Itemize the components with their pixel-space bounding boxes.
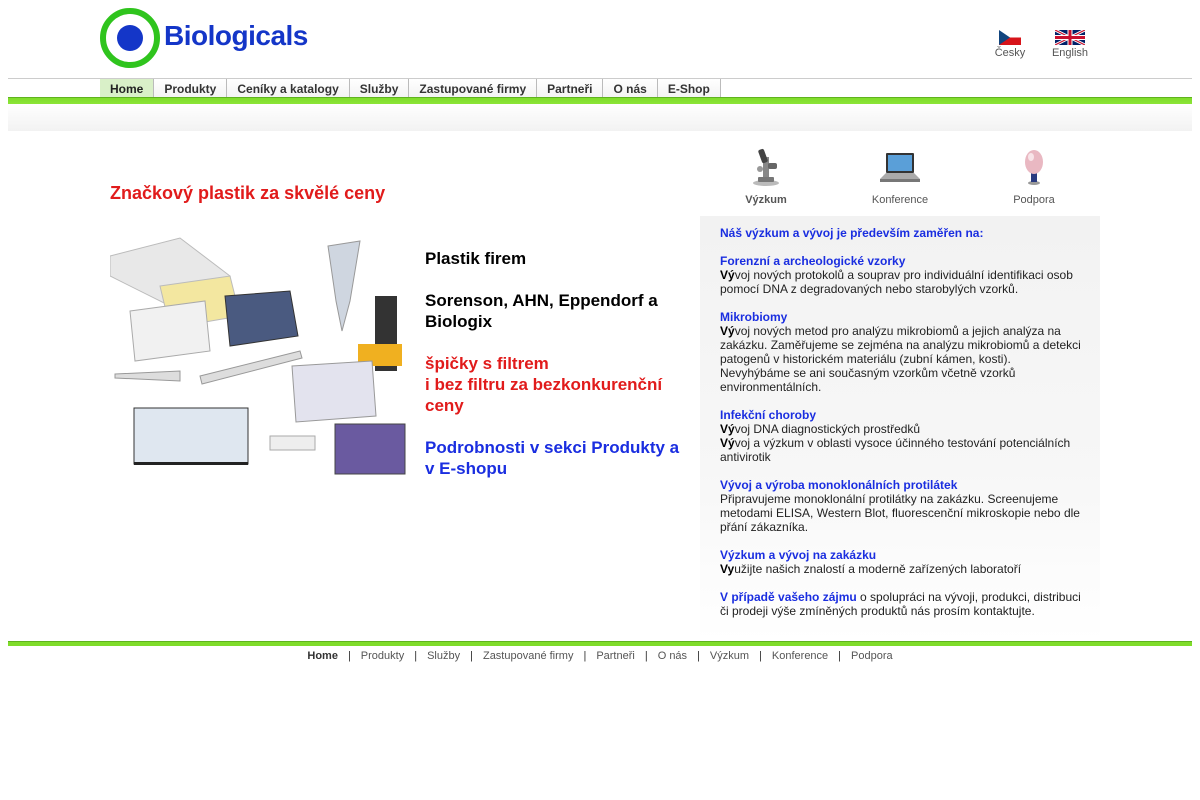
contact-note: V případě vašeho zájmu o spolupráci na v…: [720, 590, 1082, 618]
section-title-link[interactable]: Mikrobiomy: [720, 310, 1082, 324]
footer-divider: [8, 641, 1192, 646]
promo-offer: špičky s filtrem i bez filtru za bezkonk…: [425, 353, 690, 416]
section-text: užijte našich znalostí a moderně zařízen…: [734, 562, 1022, 576]
top-link-label: Výzkum: [745, 194, 787, 206]
section-text: voj a výzkum v oblasti vysoce účinného t…: [720, 436, 1071, 464]
section-title-link[interactable]: Infekční choroby: [720, 408, 1082, 422]
section-text: Připravujeme monoklonální protilátky na …: [720, 492, 1080, 534]
footer-separator: |: [759, 650, 762, 662]
footer-separator: |: [697, 650, 700, 662]
language-label: Česky: [994, 47, 1026, 59]
footer-link-home[interactable]: Home: [307, 650, 338, 662]
research-section: Forenzní a archeologické vzorky Vývoj no…: [720, 254, 1082, 296]
cz-flag-icon: [999, 30, 1021, 45]
footer-separator: |: [838, 650, 842, 662]
footer-navigation: Home | Produkty | Služby | Zastupované firmy | P…: [0, 650, 1200, 662]
uk-flag-icon: [1055, 30, 1085, 45]
promo-details-link[interactable]: Podrobnosti v sekci Produkty a v E-shopu: [425, 437, 690, 479]
footer-link-partneri[interactable]: Partneři: [596, 650, 635, 662]
footer-separator: |: [470, 650, 473, 662]
nav-item-partneri[interactable]: Partneři: [537, 79, 604, 99]
research-panel-content: Náš výzkum a vývoj je především zaměřen …: [720, 226, 1082, 632]
nav-item-o-nas[interactable]: O nás: [603, 79, 658, 99]
footer-link-o-nas[interactable]: O nás: [658, 650, 687, 662]
logo-ring-icon: [100, 8, 160, 68]
section-text: voj nových protokolů a souprav pro indiv…: [720, 268, 1073, 296]
promo-offer-line: špičky s filtrem: [425, 354, 549, 373]
top-link-label: Konference: [871, 194, 929, 206]
microscope-icon: [753, 148, 779, 186]
nav-menu: Home Produkty Ceníky a katalogy Služby Z…: [100, 79, 721, 99]
section-title-link[interactable]: Forenzní a archeologické vzorky: [720, 254, 1082, 268]
section-title-link[interactable]: Vývoj a výroba monoklonálních protilátek: [720, 478, 1082, 492]
sub-band: [8, 104, 1192, 131]
research-section: Infekční choroby Vývoj DNA diagnostickýc…: [720, 408, 1082, 464]
promo-brands: Sorenson, AHN, Eppendorf a Biologix: [425, 291, 658, 331]
lab-plastics-image: [110, 237, 406, 475]
logo[interactable]: Biologicals: [100, 8, 310, 70]
footer-link-sluzby[interactable]: Služby: [427, 650, 460, 662]
nav-item-produkty[interactable]: Produkty: [154, 79, 228, 99]
section-prefix: Vý: [720, 422, 735, 436]
top-link-podpora[interactable]: Podpora: [989, 145, 1079, 206]
research-intro: Náš výzkum a vývoj je především zaměřen …: [720, 226, 984, 240]
nav-item-ceniky-a-katalogy[interactable]: Ceníky a katalogy: [227, 79, 350, 99]
section-text: voj DNA diagnostických prostředků: [734, 422, 921, 436]
top-link-vyzkum[interactable]: Výzkum: [721, 145, 811, 206]
research-section: Mikrobiomy Vývoj nových metod pro analýz…: [720, 310, 1082, 394]
laptop-icon: [880, 153, 920, 182]
footer-separator: |: [583, 650, 587, 662]
language-label: English: [1051, 47, 1089, 59]
footer-link-vyzkum[interactable]: Výzkum: [710, 650, 749, 662]
research-section: Vývoj a výroba monoklonálních protilátek…: [720, 478, 1082, 534]
footer-link-produkty[interactable]: Produkty: [361, 650, 404, 662]
promo-text: Plastik firem Sorenson, AHN, Eppendorf a…: [425, 248, 690, 500]
footer-link-zastupovane-firmy[interactable]: Zastupované firmy: [483, 650, 573, 662]
research-section: Výzkum a vývoj na zakázku Využijte našic…: [720, 548, 1082, 576]
footer-separator: |: [644, 650, 648, 662]
section-prefix: Vy: [720, 562, 735, 576]
main-navigation: Home Produkty Ceníky a katalogy Služby Z…: [8, 78, 1192, 99]
logo-text: Biologicals: [164, 20, 308, 51]
top-link-label: Podpora: [1013, 194, 1055, 206]
footer-separator: |: [414, 650, 418, 662]
promo-offer-line: i bez filtru za bezkonkurenční ceny: [425, 375, 663, 415]
contact-link[interactable]: V případě vašeho zájmu: [720, 590, 857, 604]
promo-line: Plastik firem: [425, 249, 527, 268]
footer-separator: |: [347, 650, 351, 662]
section-prefix: Vý: [720, 268, 735, 282]
section-text: voj nových metod pro analýzu mikrobiomů …: [720, 324, 1081, 394]
language-czech[interactable]: Česky: [993, 30, 1027, 59]
nav-item-home[interactable]: Home: [100, 79, 155, 99]
section-prefix: Vý: [720, 324, 735, 338]
research-panel: Náš výzkum a vývoj je především zaměřen …: [700, 216, 1100, 641]
nav-item-sluzby[interactable]: Služby: [349, 79, 410, 99]
page-headline: Značkový plastik za skvělé ceny: [110, 183, 386, 203]
footer-link-konference[interactable]: Konference: [772, 650, 828, 662]
egg-icon: [1025, 150, 1043, 185]
nav-item-zastupovane-firmy[interactable]: Zastupované firmy: [409, 79, 538, 99]
footer-link-podpora[interactable]: Podpora: [851, 650, 893, 662]
top-link-konference[interactable]: Konference: [855, 145, 945, 206]
section-title-link[interactable]: Výzkum a vývoj na zakázku: [720, 548, 1082, 562]
language-english[interactable]: English: [1048, 30, 1092, 59]
section-prefix: Vý: [720, 436, 735, 450]
nav-item-e-shop[interactable]: E-Shop: [657, 79, 721, 99]
logo-dot: [117, 25, 143, 51]
